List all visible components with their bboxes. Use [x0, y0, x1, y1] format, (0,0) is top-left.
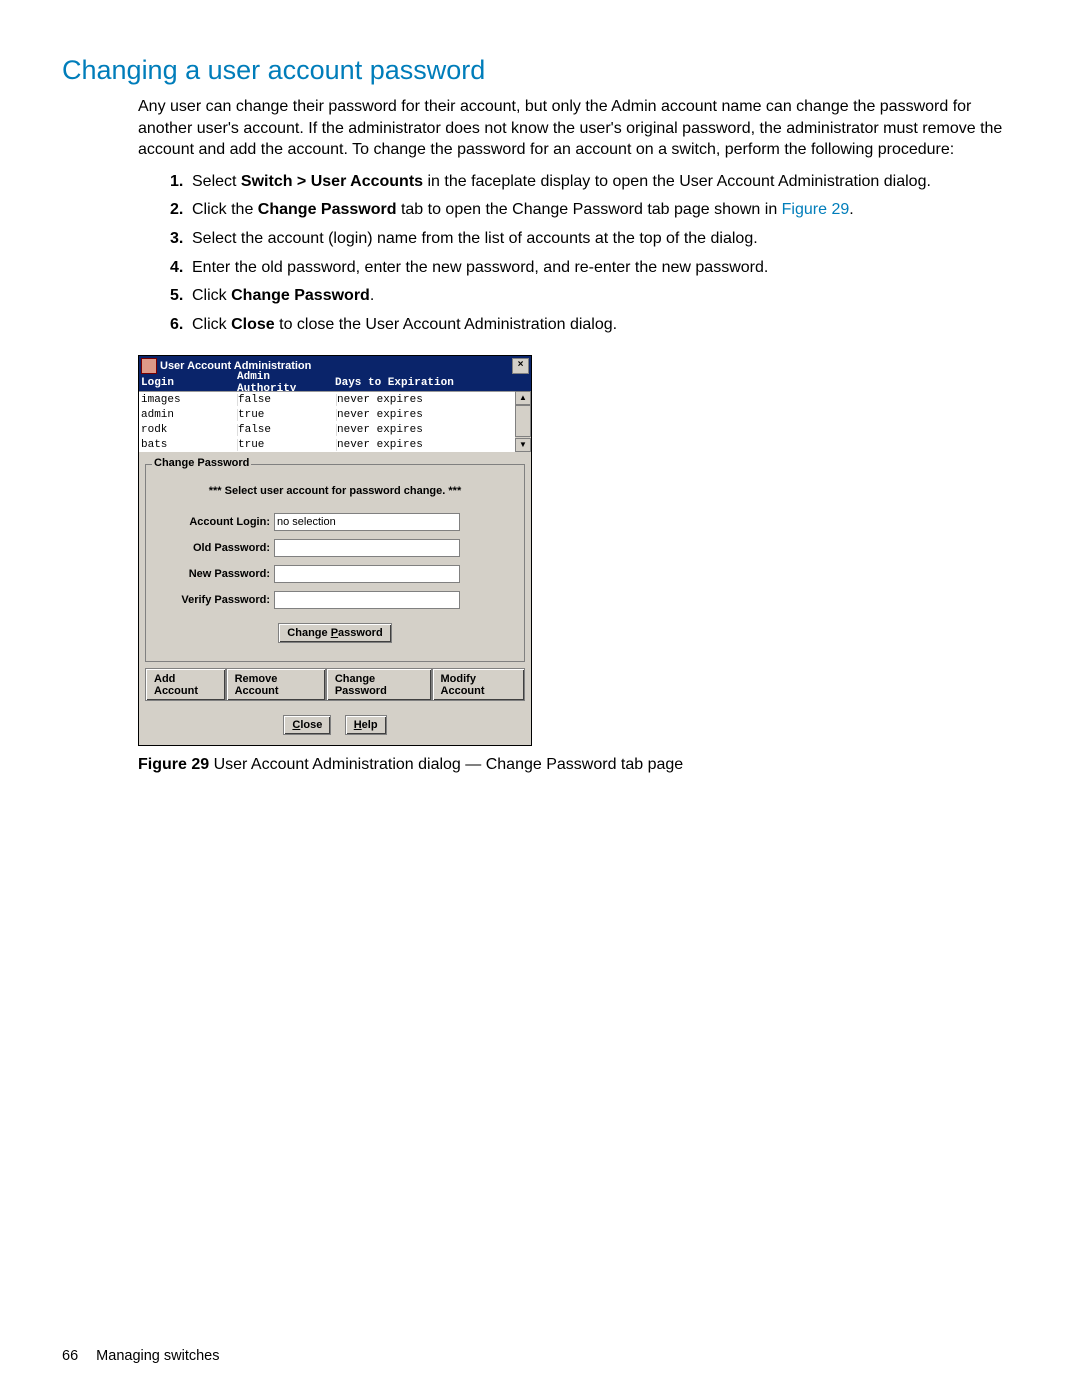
- cell-days: never expires: [337, 394, 515, 406]
- step-text: tab to open the Change Password tab page…: [397, 201, 782, 218]
- btn-mnemonic: H: [354, 719, 362, 731]
- new-password-label: New Password:: [156, 568, 274, 580]
- page-number: 66: [62, 1348, 78, 1364]
- scroll-down-icon[interactable]: ▼: [515, 438, 531, 452]
- old-password-row: Old Password:: [156, 539, 514, 557]
- step-2: Click the Change Password tab to open th…: [170, 199, 1018, 221]
- step-4: Enter the old password, enter the new pa…: [170, 257, 1018, 279]
- scroll-up-icon[interactable]: ▲: [515, 391, 531, 405]
- step-text: Click: [192, 316, 231, 333]
- tabs-row: Add Account Remove Account Change Passwo…: [145, 668, 525, 701]
- table-header: Login Admin Authority Days to Expiration: [139, 375, 531, 391]
- titlebar: User Account Administration ×: [139, 356, 531, 375]
- new-password-input[interactable]: [274, 565, 460, 583]
- dialog-title: User Account Administration: [160, 360, 512, 372]
- group-title: Change Password: [152, 457, 251, 469]
- change-password-group: Change Password *** Select user account …: [145, 464, 525, 662]
- close-button[interactable]: Close: [283, 715, 331, 735]
- old-password-input[interactable]: [274, 539, 460, 557]
- figure-caption-text: User Account Administration dialog — Cha…: [209, 756, 683, 773]
- cell-login: admin: [139, 409, 238, 421]
- table-row[interactable]: bats true never expires: [139, 437, 515, 452]
- close-icon[interactable]: ×: [512, 358, 529, 374]
- figure-caption: Figure 29 User Account Administration di…: [138, 756, 1018, 774]
- procedure-steps: Select Switch > User Accounts in the fac…: [62, 171, 1018, 336]
- step-text: .: [370, 287, 374, 304]
- table-row[interactable]: images false never expires: [139, 391, 515, 407]
- cell-days: never expires: [337, 409, 515, 421]
- step-bold: Change Password: [231, 287, 370, 304]
- old-password-label: Old Password:: [156, 542, 274, 554]
- tab-modify-account[interactable]: Modify Account: [432, 668, 525, 701]
- page-footer: 66 Managing switches: [62, 1348, 220, 1364]
- dialog-bottom-buttons: Close Help: [139, 701, 531, 745]
- step-6: Click Close to close the User Account Ad…: [170, 314, 1018, 336]
- table-row[interactable]: rodk false never expires: [139, 422, 515, 437]
- chapter-name: Managing switches: [96, 1348, 219, 1364]
- cell-admin: false: [238, 424, 337, 436]
- step-bold: Change Password: [258, 201, 397, 218]
- step-1: Select Switch > User Accounts in the fac…: [170, 171, 1018, 193]
- btn-text-part: lose: [300, 719, 322, 731]
- cell-admin: true: [238, 439, 337, 451]
- tab-remove-account[interactable]: Remove Account: [226, 668, 326, 701]
- step-text: .: [849, 201, 853, 218]
- scroll-thumb[interactable]: [515, 405, 531, 437]
- btn-text-part: assword: [338, 627, 383, 639]
- user-account-admin-dialog: User Account Administration × Login Admi…: [138, 355, 532, 746]
- step-text: Select the account (login) name from the…: [192, 230, 758, 247]
- account-login-value: no selection: [274, 513, 460, 531]
- tab-change-password[interactable]: Change Password: [326, 668, 432, 701]
- cell-admin: false: [238, 394, 337, 406]
- step-bold: Switch > User Accounts: [241, 173, 423, 190]
- new-password-row: New Password:: [156, 565, 514, 583]
- change-password-button[interactable]: Change Password: [278, 623, 391, 643]
- accounts-table: Login Admin Authority Days to Expiration…: [139, 375, 531, 452]
- verify-password-input[interactable]: [274, 591, 460, 609]
- cell-login: rodk: [139, 424, 238, 436]
- account-login-row: Account Login: no selection: [156, 513, 514, 531]
- select-account-message: *** Select user account for password cha…: [156, 485, 514, 497]
- cell-login: bats: [139, 439, 238, 451]
- btn-mnemonic: P: [331, 627, 338, 639]
- step-text: Enter the old password, enter the new pa…: [192, 259, 768, 276]
- table-body: images false never expires admin true ne…: [139, 391, 531, 452]
- figure-label: Figure 29: [138, 756, 209, 773]
- verify-password-label: Verify Password:: [156, 594, 274, 606]
- verify-password-row: Verify Password:: [156, 591, 514, 609]
- step-text: Click: [192, 287, 231, 304]
- step-5: Click Change Password.: [170, 285, 1018, 307]
- table-row[interactable]: admin true never expires: [139, 407, 515, 422]
- col-days-to-expiration[interactable]: Days to Expiration: [335, 377, 531, 389]
- step-bold: Close: [231, 316, 275, 333]
- step-text: to close the User Account Administration…: [275, 316, 617, 333]
- cell-login: images: [139, 394, 238, 406]
- help-button[interactable]: Help: [345, 715, 387, 735]
- step-3: Select the account (login) name from the…: [170, 228, 1018, 250]
- btn-text-part: elp: [362, 719, 378, 731]
- cell-days: never expires: [337, 439, 515, 451]
- btn-text-part: Change: [287, 627, 330, 639]
- step-text: Click the: [192, 201, 258, 218]
- tab-add-account[interactable]: Add Account: [145, 668, 226, 701]
- figure-link[interactable]: Figure 29: [782, 201, 850, 218]
- app-icon: [141, 358, 157, 374]
- cell-days: never expires: [337, 424, 515, 436]
- step-text: in the faceplate display to open the Use…: [423, 173, 931, 190]
- cell-admin: true: [238, 409, 337, 421]
- step-text: Select: [192, 173, 241, 190]
- col-login[interactable]: Login: [139, 377, 237, 389]
- section-heading: Changing a user account password: [62, 55, 1018, 86]
- account-login-label: Account Login:: [156, 516, 274, 528]
- intro-paragraph: Any user can change their password for t…: [62, 96, 1018, 161]
